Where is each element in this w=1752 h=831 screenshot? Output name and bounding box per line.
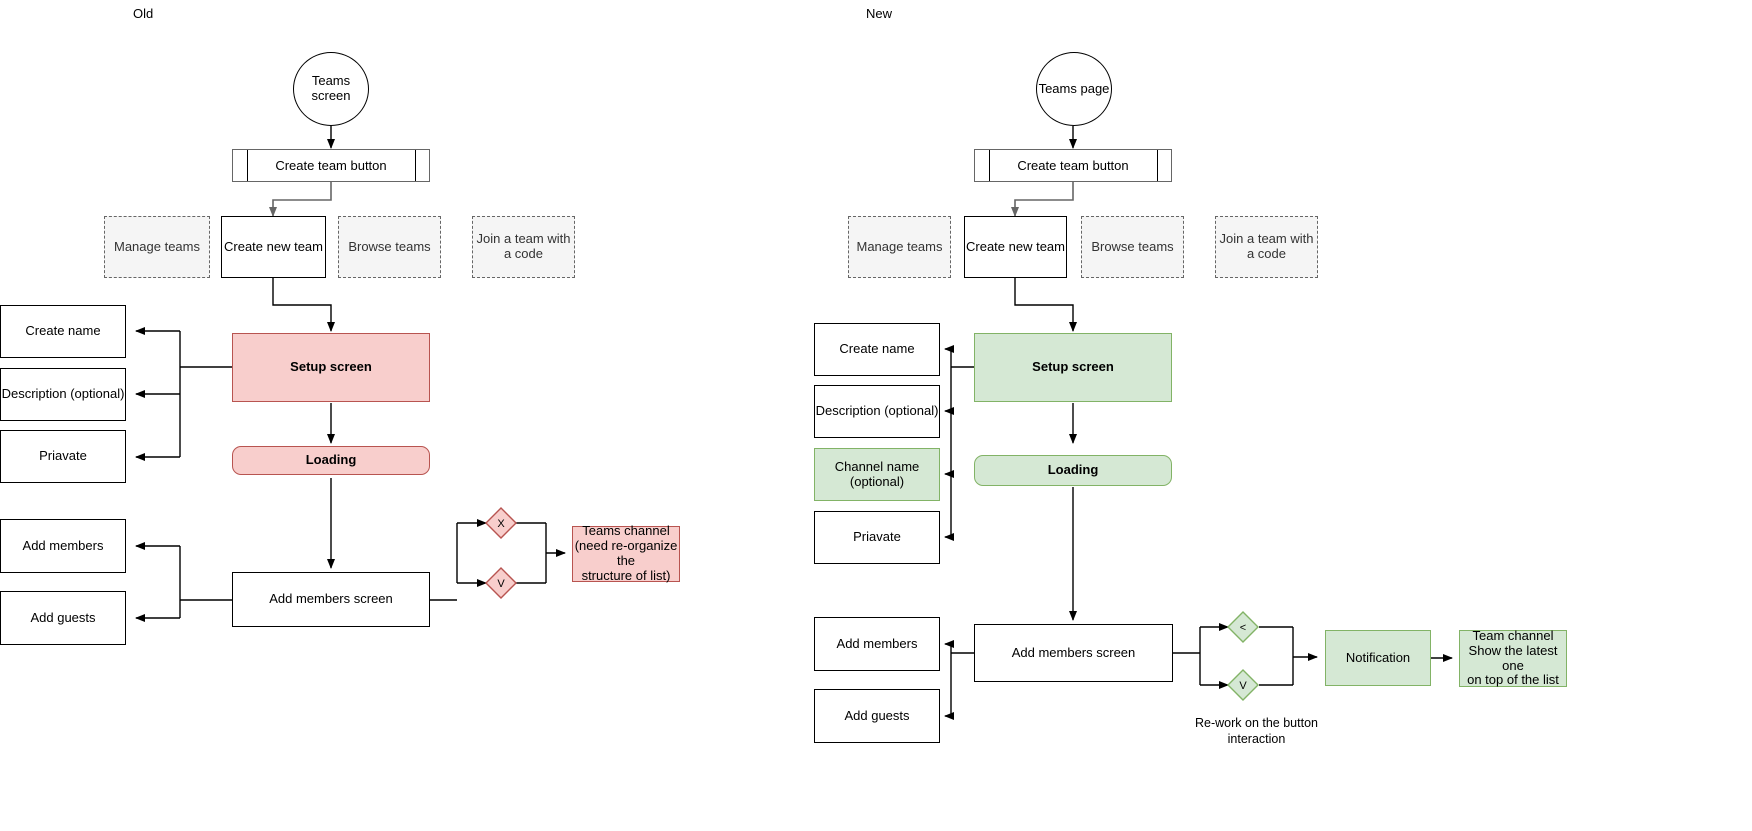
new-field-label-3: Priavate [853,529,901,545]
old-setup-screen-label: Setup screen [290,359,372,375]
new-notification-label: Notification [1345,649,1411,665]
new-field-description: Description (optional) [814,385,940,438]
old-menu-item-create-new-team[interactable]: Create new team [221,216,326,278]
old-add-members-screen-label: Add members screen [269,591,393,607]
old-create-team-button[interactable]: Create team button [232,149,430,182]
old-start-node: Teams screen [293,52,369,126]
old-field-label-1: Description (optional) [1,386,125,402]
old-loading-label: Loading [305,452,357,468]
old-setup-screen: Setup screen [232,333,430,402]
new-start-node: Teams page [1036,52,1112,126]
new-menu-item-manage-teams[interactable]: Manage teams [848,216,951,278]
old-menu-label-0: Manage teams [114,238,200,254]
new-field-label-2: Channel name (optional) [834,458,920,489]
new-menu-label-3: Join a team with a code [1219,231,1314,261]
old-decision-x: X [485,507,517,539]
new-result-line-1: Team channel [1472,627,1554,643]
column-title-new: New [866,6,893,21]
old-field-add-guests: Add guests [0,591,126,645]
new-decision-back: < [1227,611,1259,643]
old-member-label-0: Add members [22,537,104,553]
old-menu-item-join-team-code[interactable]: Join a team with a code [472,216,575,278]
old-result-teams-channel: Teams channel (need re-organize the stru… [572,523,680,583]
new-result-line-2: Show the latest one [1468,642,1558,673]
new-member-label-1: Add guests [844,707,910,723]
old-result-line-3: structure of list) [581,567,671,583]
new-notification: Notification [1325,630,1431,686]
new-setup-screen-label: Setup screen [1032,359,1114,375]
new-create-team-button-label: Create team button [1017,158,1129,173]
old-decision-x-label: X [497,518,505,530]
new-menu-label-2: Browse teams [1091,238,1174,254]
new-menu-item-join-team-code[interactable]: Join a team with a code [1215,216,1318,278]
old-field-create-name: Create name [0,305,126,358]
new-loading-label: Loading [1047,462,1099,478]
old-menu-label-3: Join a team with a code [476,231,571,261]
new-loading: Loading [974,455,1172,486]
old-result-line-2: (need re-organize the [574,538,678,568]
new-rework-caption: Re-work on the button interaction [1180,716,1333,747]
new-menu-item-browse-teams[interactable]: Browse teams [1081,216,1184,278]
old-field-label-2: Priavate [39,448,87,464]
diagram-canvas: Old Teams screen Create team button Mana… [0,0,1752,831]
new-rework-caption-line-2: interaction [1227,731,1286,746]
new-menu-label-0: Manage teams [856,238,943,254]
new-decision-v: V [1227,669,1259,701]
new-start-label: Teams page [1038,80,1110,96]
old-menu-label-1: Create new team [224,238,323,254]
new-field-channel-name: Channel name (optional) [814,448,940,501]
old-add-members-screen: Add members screen [232,572,430,627]
old-menu-item-browse-teams[interactable]: Browse teams [338,216,441,278]
new-add-members-screen-label: Add members screen [1011,644,1136,660]
old-result-line-1: Teams channel [582,523,670,539]
old-loading: Loading [232,446,430,475]
old-field-add-members: Add members [0,519,126,573]
new-rework-caption-line-1: Re-work on the button [1195,716,1318,730]
new-result-line-3: on top of the list [1467,672,1559,688]
new-member-label-0: Add members [836,635,918,651]
column-title-old: Old [133,6,154,21]
old-decision-v: V [485,567,517,599]
new-field-private: Priavate [814,511,940,564]
new-setup-screen: Setup screen [974,333,1172,402]
new-menu-label-1: Create new team [966,238,1065,254]
new-decision-back-label: < [1240,622,1246,634]
new-field-add-guests: Add guests [814,689,940,743]
new-field-label-1: Description (optional) [815,403,939,419]
old-decision-v-label: V [497,578,505,590]
old-field-private: Priavate [0,430,126,483]
old-start-label: Teams screen [311,73,351,103]
old-member-label-1: Add guests [30,609,96,625]
new-field-label-0: Create name [839,341,915,357]
new-menu-item-create-new-team[interactable]: Create new team [964,216,1067,278]
old-create-team-button-label: Create team button [275,158,387,173]
new-create-team-button[interactable]: Create team button [974,149,1172,182]
old-field-description: Description (optional) [0,368,126,421]
new-result-team-channel: Team channel Show the latest one on top … [1459,627,1567,688]
new-field-add-members: Add members [814,617,940,671]
new-field-create-name: Create name [814,323,940,376]
new-add-members-screen: Add members screen [974,624,1173,682]
old-menu-label-2: Browse teams [348,238,431,254]
old-field-label-0: Create name [25,323,101,339]
new-decision-v-label: V [1239,680,1247,692]
old-menu-item-manage-teams[interactable]: Manage teams [104,216,210,278]
